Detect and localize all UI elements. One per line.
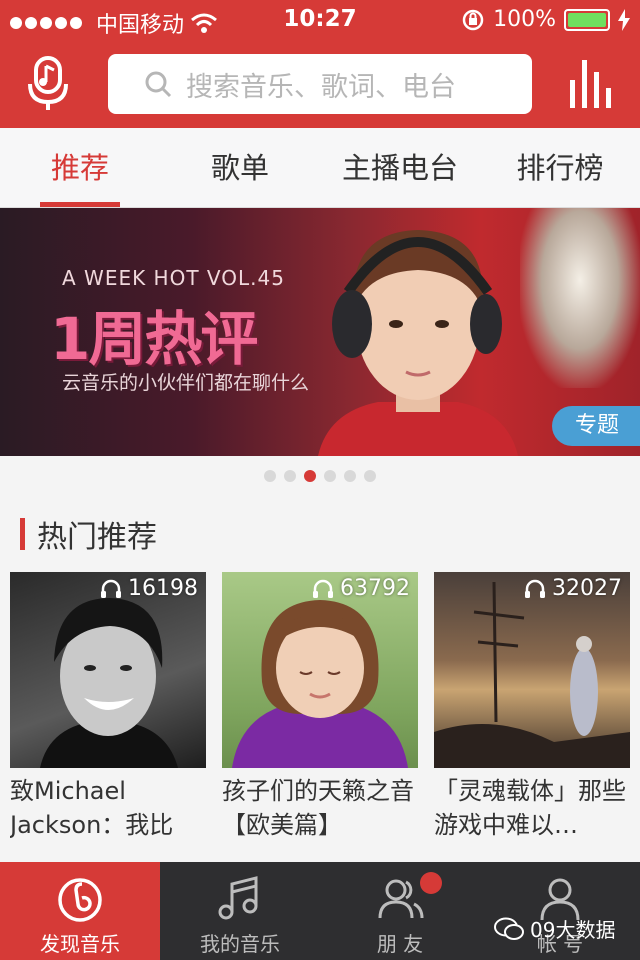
- cover-fantasy-image: [434, 581, 630, 768]
- headphones-icon: [525, 579, 545, 598]
- tab-label: 我的音乐: [200, 932, 280, 956]
- rotation-lock-icon: [462, 9, 484, 30]
- section-accent-bar: [20, 518, 25, 550]
- play-count-value: 32027: [552, 576, 622, 601]
- cover-child-image: [232, 600, 408, 768]
- battery-icon: [564, 8, 610, 31]
- status-bar: 中国移动 10:27 100%: [0, 0, 640, 40]
- pager-dot[interactable]: [364, 470, 376, 482]
- playlist-cover[interactable]: 16198: [10, 572, 206, 768]
- playlist-title[interactable]: 致Michael Jackson：我比曾…: [10, 774, 206, 842]
- tab-friends[interactable]: 朋 友: [320, 862, 480, 960]
- banner-tag[interactable]: 专题: [552, 406, 640, 446]
- tab-charts[interactable]: 排行榜: [480, 128, 640, 207]
- playlist-cover[interactable]: 32027: [434, 572, 630, 768]
- tab-label: 朋 友: [376, 932, 424, 956]
- banner-person-image: [318, 230, 518, 456]
- microphone-light-image: [520, 208, 640, 388]
- mic-icon[interactable]: [26, 54, 70, 114]
- pager-dot[interactable]: [324, 470, 336, 482]
- tab-my-music[interactable]: 我的音乐: [160, 862, 320, 960]
- pager-dot[interactable]: [264, 470, 276, 482]
- top-header: 搜索音乐、歌词、电台: [0, 40, 640, 128]
- category-tabs: 推荐 歌单 主播电台 排行榜: [0, 128, 640, 208]
- search-box[interactable]: 搜索音乐、歌词、电台: [108, 54, 532, 114]
- pager-dot-active[interactable]: [304, 470, 316, 482]
- cover-portrait-image: [40, 598, 178, 768]
- playlist-card[interactable]: 16198 致Michael Jackson：我比曾…: [10, 572, 206, 842]
- section-title: 热门推荐: [37, 520, 157, 555]
- tab-discover-music[interactable]: 发现音乐: [0, 862, 160, 960]
- play-count: 16198: [100, 576, 198, 601]
- play-count-value: 16198: [128, 576, 198, 601]
- netease-music-icon: [58, 878, 102, 922]
- tab-label: 发现音乐: [40, 932, 120, 956]
- wechat-icon: [494, 917, 524, 940]
- tab-playlists[interactable]: 歌单: [160, 128, 320, 207]
- play-count: 32027: [524, 576, 622, 601]
- charging-icon: [618, 8, 630, 31]
- playlist-grid: 16198 致Michael Jackson：我比曾… 63792 孩子们的天籁…: [10, 572, 630, 842]
- playlist-card[interactable]: 63792 孩子们的天籁之音【欧美篇】: [222, 572, 418, 842]
- section-header: 热门推荐: [20, 514, 157, 555]
- battery-fill: [568, 12, 606, 27]
- play-count: 63792: [312, 576, 410, 601]
- pager-dot[interactable]: [284, 470, 296, 482]
- tab-account[interactable]: 帐 号: [480, 862, 640, 960]
- banner-pager: [0, 470, 640, 482]
- banner-kicker: A WEEK HOT VOL.45: [62, 266, 285, 290]
- playlist-title[interactable]: 孩子们的天籁之音【欧美篇】: [222, 774, 418, 842]
- music-note-icon: [218, 876, 258, 920]
- pager-dot[interactable]: [344, 470, 356, 482]
- banner-title: 1周热评: [50, 305, 258, 373]
- tab-recommend[interactable]: 推荐: [0, 128, 160, 207]
- bottom-tab-bar: 发现音乐 我的音乐 朋 友 帐 号: [0, 862, 640, 960]
- friends-icon: [378, 879, 424, 919]
- banner[interactable]: A WEEK HOT VOL.45 1周热评 云音乐的小伙伴们都在聊什么 专题: [0, 208, 640, 456]
- battery-percent: 100%: [493, 7, 556, 32]
- equalizer-icon[interactable]: [566, 58, 616, 110]
- play-count-value: 63792: [340, 576, 410, 601]
- friends-notification-badge: [420, 872, 442, 894]
- tab-radio[interactable]: 主播电台: [320, 128, 480, 207]
- playlist-cover[interactable]: 63792: [222, 572, 418, 768]
- headphones-icon: [313, 579, 333, 598]
- search-placeholder[interactable]: 搜索音乐、歌词、电台: [186, 65, 456, 104]
- search-icon: [145, 71, 172, 98]
- watermark-text: 09大数据: [530, 918, 616, 942]
- status-right: 100%: [461, 7, 630, 32]
- banner-subtitle: 云音乐的小伙伴们都在聊什么: [62, 372, 310, 394]
- headphones-icon: [101, 579, 121, 598]
- playlist-card[interactable]: 32027 「灵魂载体」那些游戏中难以…: [434, 572, 630, 842]
- playlist-title[interactable]: 「灵魂载体」那些游戏中难以…: [434, 774, 630, 842]
- watermark: 09大数据: [494, 914, 615, 943]
